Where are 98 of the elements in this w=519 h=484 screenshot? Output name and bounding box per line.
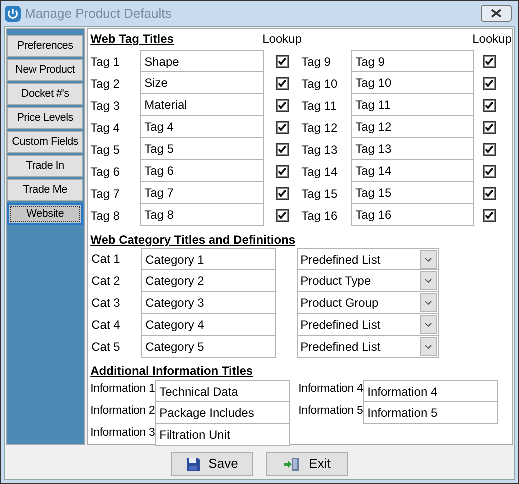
tag-label: Tag 10 xyxy=(302,76,339,93)
lookup-checkbox[interactable] xyxy=(483,99,496,112)
tag-title-field[interactable]: Tag 9 xyxy=(350,50,474,73)
tag-title-field[interactable]: Tag 10 xyxy=(350,71,474,94)
save-button[interactable]: Save xyxy=(171,452,253,476)
category-label: Cat 3 xyxy=(90,295,122,312)
close-icon xyxy=(491,9,502,18)
lookup-checkbox[interactable] xyxy=(483,77,496,90)
tag-label: Tag 16 xyxy=(302,208,339,225)
sidebar-tab[interactable]: Website xyxy=(7,203,84,225)
chevron-down-icon xyxy=(424,300,432,304)
chevron-down-icon xyxy=(424,322,432,326)
category-title-field[interactable]: Category 4 xyxy=(140,313,276,336)
tag-label: Tag 9 xyxy=(302,54,332,71)
lookup-checkbox[interactable] xyxy=(483,165,496,178)
definition-dropdown[interactable]: Predefined List xyxy=(296,313,439,336)
tag-label: Tag 1 xyxy=(90,54,121,71)
chevron-down-icon xyxy=(424,278,432,282)
tag-label: Tag 15 xyxy=(302,186,339,203)
tag-label: Tag 8 xyxy=(90,208,121,225)
tag-label: Tag 6 xyxy=(90,164,121,181)
tag-title-field[interactable]: Tag 5 xyxy=(140,137,264,160)
lookup-checkbox[interactable] xyxy=(483,187,496,200)
sidebar-tab[interactable]: Preferences xyxy=(7,35,84,57)
lookup-checkbox[interactable] xyxy=(483,121,496,134)
tag-title-field[interactable]: Shape xyxy=(140,50,264,73)
category-label: Cat 4 xyxy=(90,317,122,334)
tag-title-field[interactable]: Tag 4 xyxy=(140,115,264,138)
category-title-field[interactable]: Category 1 xyxy=(140,248,276,271)
sidebar-tab[interactable]: Custom Fields xyxy=(7,131,84,153)
information-label: Information 1 xyxy=(90,382,155,397)
tag-title-field[interactable]: Size xyxy=(140,71,264,94)
tag-title-field[interactable]: Tag 13 xyxy=(350,137,474,160)
tag-title-field[interactable]: Tag 6 xyxy=(140,159,264,182)
sidebar-tab[interactable]: Docket #'s xyxy=(7,83,84,105)
lookup-checkbox[interactable] xyxy=(276,55,290,68)
lookup-checkbox[interactable] xyxy=(276,99,290,112)
information-title-field[interactable]: Filtration Unit xyxy=(154,423,290,446)
information-title-field[interactable]: Technical Data xyxy=(154,380,290,403)
chevron-down-icon xyxy=(424,344,432,348)
category-label: Cat 1 xyxy=(90,251,122,268)
sidebar-tab[interactable]: Price Levels xyxy=(7,107,84,129)
information-title-field[interactable]: Package Includes xyxy=(154,401,290,424)
tag-title-field[interactable]: Tag 14 xyxy=(350,159,474,182)
definition-dropdown[interactable]: Product Type xyxy=(296,269,439,292)
information-label: Information 5 xyxy=(298,404,363,419)
section-heading: Web Category Titles and Definitions xyxy=(90,233,296,247)
information-label: Information 3 xyxy=(90,426,155,441)
lookup-checkbox[interactable] xyxy=(483,143,496,156)
information-label: Information 4 xyxy=(298,382,363,397)
tag-title-field[interactable]: Tag 7 xyxy=(140,181,264,204)
lookup-checkbox[interactable] xyxy=(276,143,290,156)
tag-title-field[interactable]: Tag 16 xyxy=(350,203,474,226)
tag-label: Tag 14 xyxy=(302,164,339,181)
exit-door-icon xyxy=(283,456,302,472)
lookup-checkbox[interactable] xyxy=(276,77,290,90)
tag-title-field[interactable]: Tag 12 xyxy=(350,115,474,138)
tag-label: Tag 3 xyxy=(90,98,121,115)
category-title-field[interactable]: Category 5 xyxy=(140,335,276,358)
column-header: Lookup xyxy=(472,31,512,48)
tag-label: Tag 7 xyxy=(90,186,121,203)
section-heading: Additional Information Titles xyxy=(90,364,254,378)
tag-title-field[interactable]: Tag 15 xyxy=(350,181,474,204)
lookup-checkbox[interactable] xyxy=(276,165,290,178)
lookup-checkbox[interactable] xyxy=(276,121,290,134)
lookup-checkbox[interactable] xyxy=(483,209,496,222)
tag-label: Tag 5 xyxy=(90,142,121,159)
power-icon xyxy=(5,6,21,22)
category-label: Cat 2 xyxy=(90,273,122,290)
sidebar-tab[interactable]: Trade Me xyxy=(7,179,84,201)
lookup-checkbox[interactable] xyxy=(276,187,290,200)
lookup-checkbox[interactable] xyxy=(276,209,290,222)
close-button[interactable] xyxy=(481,5,512,22)
sidebar-tab[interactable]: Trade In xyxy=(7,155,84,177)
chevron-down-icon xyxy=(424,258,432,262)
column-header: Lookup xyxy=(262,31,303,48)
category-label: Cat 5 xyxy=(90,339,122,356)
information-title-field[interactable]: Information 4 xyxy=(362,380,498,403)
section-heading: Web Tag Titles xyxy=(90,31,175,48)
window-title: Manage Product Defaults xyxy=(25,4,172,23)
category-title-field[interactable]: Category 2 xyxy=(140,269,276,292)
definition-dropdown[interactable]: Product Group xyxy=(296,291,439,314)
information-label: Information 2 xyxy=(90,404,155,419)
tag-label: Tag 2 xyxy=(90,76,121,93)
lookup-checkbox[interactable] xyxy=(483,55,496,68)
exit-button[interactable]: Exit xyxy=(266,452,348,476)
definition-dropdown[interactable]: Predefined List xyxy=(296,248,439,271)
tag-title-field[interactable]: Tag 11 xyxy=(350,93,474,116)
information-title-field[interactable]: Information 5 xyxy=(362,401,498,424)
sidebar-tab[interactable]: New Product xyxy=(7,59,84,81)
tag-title-field[interactable]: Material xyxy=(140,93,264,116)
tag-label: Tag 13 xyxy=(302,142,339,159)
tag-title-field[interactable]: Tag 8 xyxy=(140,203,264,226)
tag-label: Tag 4 xyxy=(90,120,121,137)
category-title-field[interactable]: Category 3 xyxy=(140,291,276,314)
tag-label: Tag 12 xyxy=(302,120,339,137)
definition-dropdown[interactable]: Predefined List xyxy=(296,335,439,358)
tag-label: Tag 11 xyxy=(302,98,338,115)
